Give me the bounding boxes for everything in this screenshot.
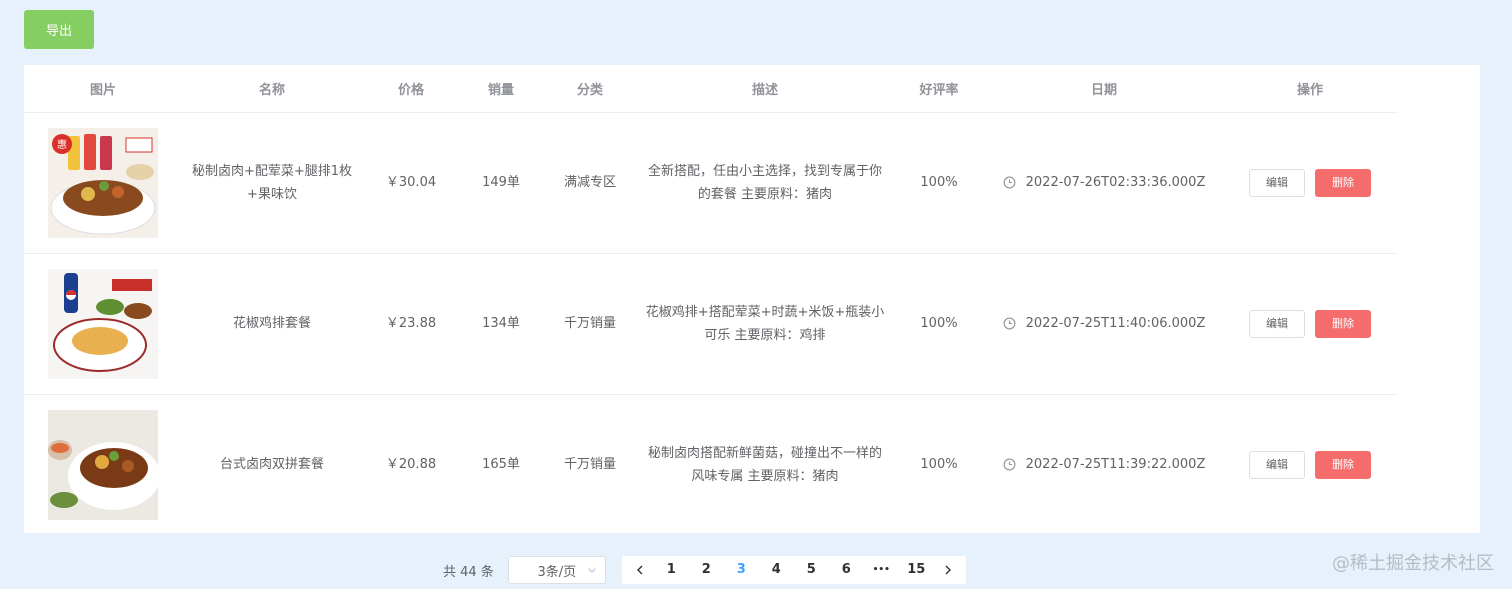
product-sales: 165单 (482, 457, 520, 473)
pagination: 共 44 条 3条/页 1 2 3 4 5 6 ••• 15 (443, 556, 966, 584)
product-description: 秘制卤肉搭配新鲜菌菇，碰撞出不一样的风味专属 主要原料：猪肉 (647, 445, 882, 484)
product-description: 花椒鸡排+搭配荤菜+时蔬+米饭+瓶装小可乐 主要原料：鸡排 (638, 253, 892, 395)
clock-icon (1003, 317, 1016, 330)
chevron-down-icon (587, 568, 596, 573)
image-cell (24, 394, 182, 535)
page-ellipsis[interactable]: ••• (864, 556, 899, 584)
product-category: 满减专区 (542, 112, 638, 254)
product-rating: 100% (892, 112, 986, 254)
table-row: 台式卤肉双拼套餐 ￥20.88 165单 千万销量 秘制卤肉搭配新鲜菌菇，碰撞出… (24, 394, 1398, 535)
product-price: ￥30.04 (362, 112, 460, 254)
actions-cell: 编辑 删除 (1222, 112, 1398, 254)
page-size-select[interactable]: 3条/页 (507, 556, 606, 584)
page-4[interactable]: 4 (759, 556, 794, 584)
product-price: ￥20.88 (385, 457, 437, 473)
actions-cell: 编辑 删除 (1222, 394, 1398, 535)
product-date: 2022-07-26T02:33:36.000Z (1025, 175, 1206, 190)
product-category: 千万销量 (542, 253, 638, 395)
table-row: 花椒鸡排套餐 ￥23.88 134单 千万销量 花椒鸡排+搭配荤菜+时蔬+米饭+… (24, 253, 1398, 395)
product-sales: 149单 (460, 112, 542, 254)
pork-combo-image (48, 409, 158, 520)
delete-button[interactable]: 删除 (1315, 309, 1371, 338)
product-table: 图片 名称 价格 销量 分类 描述 好评率 日期 操作 惠 秘制卤肉+配荤菜+腿… (24, 65, 1480, 533)
product-rating: 100% (892, 253, 986, 395)
edit-button[interactable]: 编辑 (1249, 309, 1305, 338)
edit-button[interactable]: 编辑 (1249, 450, 1305, 479)
table-header-row: 图片 名称 价格 销量 分类 描述 好评率 日期 操作 (24, 65, 1398, 113)
prev-page-button[interactable] (626, 556, 654, 584)
product-rating: 100% (920, 457, 958, 473)
table-row: 惠 秘制卤肉+配荤菜+腿排1枚+果味饮 ￥30.04 149单 满减专区 全新搭… (24, 112, 1398, 254)
page-2[interactable]: 2 (689, 556, 724, 584)
svg-text:惠: 惠 (57, 138, 67, 151)
page-1[interactable]: 1 (654, 556, 689, 584)
date-cell: 2022-07-25T11:40:06.000Z (986, 253, 1222, 395)
page-5[interactable]: 5 (794, 556, 829, 584)
header-name: 名称 (182, 65, 362, 113)
page-3-current[interactable]: 3 (724, 556, 759, 584)
product-description: 全新搭配，任由小主选择，找到专属于你的套餐 主要原料：猪肉 (638, 112, 892, 254)
header-actions: 操作 (1222, 65, 1398, 113)
product-price: ￥23.88 (362, 253, 460, 395)
header-category: 分类 (542, 65, 638, 113)
edit-button[interactable]: 编辑 (1249, 168, 1305, 197)
image-cell (24, 253, 182, 395)
header-description: 描述 (638, 65, 892, 113)
product-name: 花椒鸡排套餐 (182, 253, 362, 395)
delete-button[interactable]: 删除 (1315, 168, 1371, 197)
actions-cell: 编辑 删除 (1222, 253, 1398, 395)
chevron-right-icon (945, 565, 951, 575)
product-category: 千万销量 (563, 457, 616, 473)
export-button[interactable]: 导出 (24, 10, 94, 49)
page-list: 1 2 3 4 5 6 ••• 15 (621, 556, 966, 584)
product-date: 2022-07-25T11:39:22.000Z (1025, 457, 1206, 473)
date-cell: 2022-07-25T11:39:22.000Z (986, 394, 1222, 535)
header-sales: 销量 (460, 65, 542, 113)
watermark: @稀土掘金技术社区 (1332, 553, 1494, 574)
delete-button[interactable]: 删除 (1315, 450, 1371, 479)
header-date: 日期 (986, 65, 1222, 113)
date-cell: 2022-07-26T02:33:36.000Z (986, 112, 1222, 254)
product-name: 台式卤肉双拼套餐 (219, 457, 324, 473)
total-count: 共 44 条 (443, 564, 494, 580)
header-image: 图片 (24, 65, 182, 113)
product-name: 秘制卤肉+配荤菜+腿排1枚+果味饮 (182, 112, 362, 254)
page-15[interactable]: 15 (899, 556, 934, 584)
page-6[interactable]: 6 (829, 556, 864, 584)
page-size-value: 3条/页 (537, 564, 577, 580)
chicken-combo-image (48, 268, 158, 379)
image-cell: 惠 (24, 112, 182, 254)
next-page-button[interactable] (934, 556, 962, 584)
clock-icon (1003, 458, 1016, 471)
product-sales: 134单 (460, 253, 542, 395)
chevron-left-icon (636, 565, 643, 575)
clock-icon (1003, 176, 1016, 189)
header-rating: 好评率 (892, 65, 986, 113)
food-combo-image: 惠 (48, 127, 158, 238)
product-date: 2022-07-25T11:40:06.000Z (1025, 316, 1206, 331)
header-price: 价格 (362, 65, 460, 113)
